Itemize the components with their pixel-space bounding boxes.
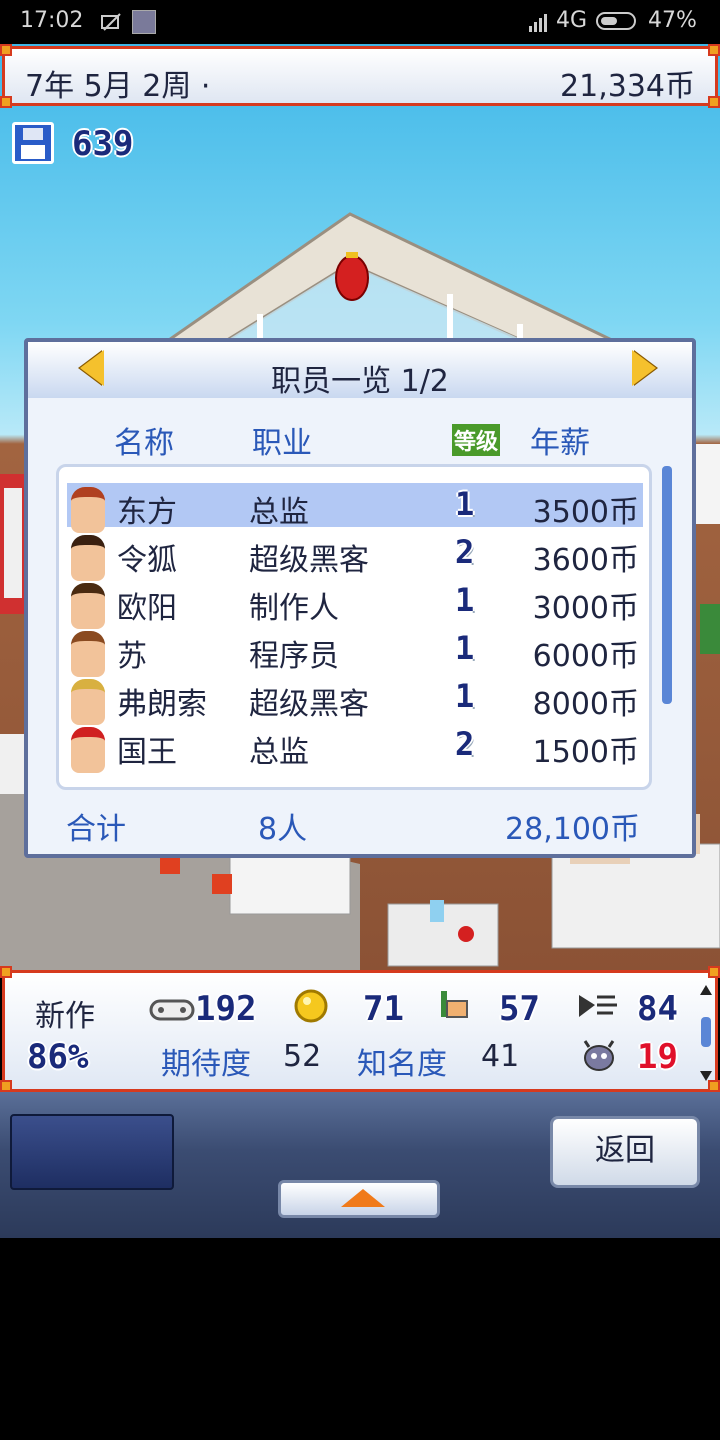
staff-row[interactable]: 东方 总监 1 3500币 (67, 483, 643, 533)
coin-value: 71 (363, 989, 404, 1029)
game-stats-panel: 新作 192 71 57 84 86% 期待度 52 知名度 41 19 (2, 970, 718, 1092)
dialog-title: 职员一览 1/2 (271, 364, 449, 399)
staff-row[interactable]: 欧阳 制作人 1 3000币 (67, 579, 643, 629)
date-money-bar: 7年 5月 2周 · 21,334币 (2, 46, 718, 106)
status-bar: 17:02 4G 47% (0, 0, 720, 44)
staff-level: 2 (455, 725, 475, 763)
total-label: 合计 (66, 812, 126, 847)
staff-salary: 3600币 (532, 543, 639, 578)
column-job: 职业 (252, 426, 312, 461)
staff-name: 弗朗索 (117, 687, 207, 722)
column-salary: 年薪 (530, 426, 590, 461)
staff-row[interactable]: 令狐 超级黑客 2 3600币 (67, 531, 643, 581)
back-button[interactable]: 返回 (550, 1116, 700, 1188)
stats-scroll-indicator[interactable] (699, 983, 713, 1083)
total-count: 8人 (258, 812, 308, 847)
column-name: 名称 (114, 426, 174, 461)
frame-corner (708, 966, 720, 978)
new-game-label: 新作 (35, 999, 95, 1034)
staff-job: 程序员 (249, 639, 339, 674)
bug-value: 19 (637, 1037, 678, 1077)
staff-job: 总监 (249, 735, 309, 770)
staff-job: 制作人 (249, 591, 339, 626)
frame-corner (0, 44, 12, 56)
staff-level: 1 (455, 629, 475, 667)
staff-list: 东方 总监 1 3500币 令狐 超级黑客 2 3600币 欧阳 制作人 1 3… (56, 464, 652, 790)
staff-name: 苏 (117, 639, 147, 674)
expectation-value: 52 (283, 1039, 322, 1074)
staff-avatar (71, 631, 105, 677)
signal-icon (529, 14, 547, 32)
staff-salary: 8000币 (532, 687, 639, 722)
staff-row[interactable]: 苏 程序员 1 6000币 (67, 627, 643, 677)
battery-icon (596, 12, 636, 30)
save-count: 639 (72, 124, 134, 164)
staff-avatar (71, 727, 105, 773)
coin-icon (294, 989, 328, 1023)
network-type: 4G (556, 8, 588, 33)
staff-name: 欧阳 (117, 591, 177, 626)
frame-corner (708, 44, 720, 56)
staff-salary: 6000币 (532, 639, 639, 674)
empty-slot-button[interactable] (10, 1114, 174, 1190)
staff-job: 超级黑客 (249, 543, 369, 578)
staff-job: 总监 (249, 495, 309, 530)
controller-value: 192 (195, 989, 257, 1029)
next-page-arrow-icon[interactable] (632, 350, 656, 386)
prev-page-arrow-icon[interactable] (80, 350, 104, 386)
frame-corner (0, 96, 12, 108)
total-salary: 28,100币 (505, 812, 640, 847)
staff-avatar (71, 535, 105, 581)
staff-avatar (71, 583, 105, 629)
staff-level: 2 (455, 533, 475, 571)
fame-label: 知名度 (357, 1047, 447, 1082)
staff-row[interactable]: 弗朗索 超级黑客 1 8000币 (67, 675, 643, 725)
frame-corner (708, 1080, 720, 1092)
sound-icon (579, 995, 617, 1017)
list-scrollbar[interactable] (662, 466, 672, 704)
expectation-label: 期待度 (161, 1047, 251, 1082)
money-amount: 21,334币 (560, 69, 695, 104)
up-arrow-icon (341, 1189, 385, 1207)
progress-percent: 86% (27, 1037, 89, 1077)
staff-avatar (71, 487, 105, 533)
battery-percent: 47% (648, 8, 697, 33)
frame-corner (0, 966, 12, 978)
expand-up-button[interactable] (278, 1180, 440, 1218)
controller-icon (149, 999, 195, 1021)
fame-value: 41 (481, 1039, 520, 1074)
sound-value: 84 (637, 989, 678, 1029)
status-time: 17:02 (20, 8, 84, 33)
staff-name: 东方 (117, 495, 177, 530)
bottom-nav: 返回 (0, 1092, 720, 1238)
staff-row[interactable]: 国王 总监 2 1500币 (67, 723, 643, 773)
staff-job: 超级黑客 (249, 687, 369, 722)
staff-avatar (71, 679, 105, 725)
staff-name: 国王 (117, 735, 177, 770)
save-disk-icon[interactable] (12, 122, 54, 164)
staff-level: 1 (455, 677, 475, 715)
staff-level: 1 (455, 485, 475, 523)
frame-corner (0, 1080, 12, 1092)
staff-level: 1 (455, 581, 475, 619)
staff-salary: 3000币 (532, 591, 639, 626)
no-data-icon (101, 13, 121, 31)
app-notification-icon (132, 10, 156, 34)
paint-brush-icon (441, 991, 468, 1018)
column-level: 等级 (452, 424, 501, 456)
staff-salary: 3500币 (532, 495, 639, 530)
staff-salary: 1500币 (532, 735, 639, 770)
game-date: 7年 5月 2周 · (25, 69, 211, 104)
frame-corner (708, 96, 720, 108)
paint-value: 57 (499, 989, 540, 1029)
bug-icon (583, 1040, 615, 1071)
staff-name: 令狐 (117, 543, 177, 578)
staff-list-dialog: 职员一览 1/2 名称 职业 等级 年薪 东方 总监 1 3500币 令狐 超级… (24, 338, 696, 858)
